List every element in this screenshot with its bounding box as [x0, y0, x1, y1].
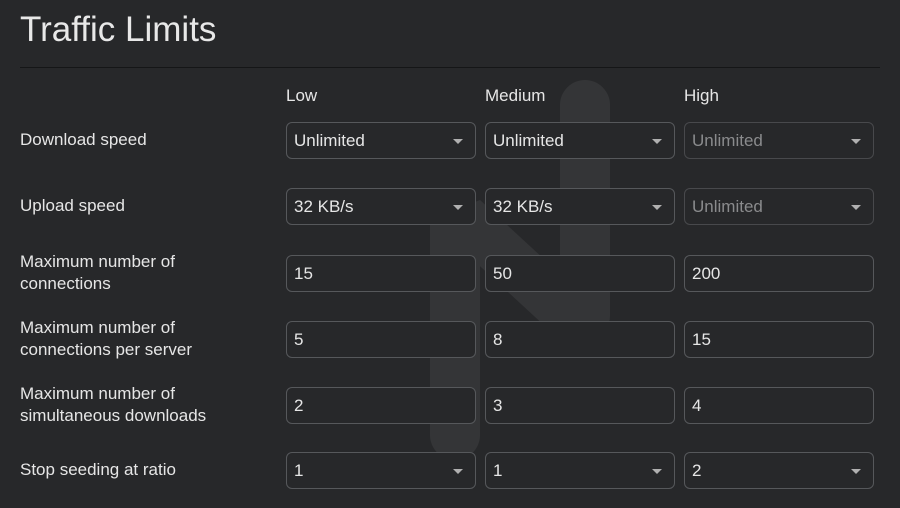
field-value: 2	[692, 461, 702, 480]
row-label: Maximum number of connections per server	[20, 318, 192, 359]
row-label: Maximum number of simultaneous downloads	[20, 384, 207, 425]
input-high[interactable]: 200	[684, 255, 874, 292]
input-high[interactable]: 4	[684, 387, 874, 424]
field-value: 8	[493, 330, 503, 349]
field-value: 1	[493, 461, 503, 480]
select-medium[interactable]: 1	[485, 452, 675, 489]
select-high[interactable]: Unlimited	[684, 188, 874, 225]
field-value: Unlimited	[692, 131, 763, 150]
row-label: Maximum number of connections	[20, 252, 175, 293]
field-value: 1	[294, 461, 304, 480]
input-low[interactable]: 5	[286, 321, 476, 358]
input-low[interactable]: 2	[286, 387, 476, 424]
select-medium[interactable]: 32 KB/s	[485, 188, 675, 225]
chevron-down-icon	[851, 469, 861, 474]
chevron-down-icon	[652, 205, 662, 210]
chevron-down-icon	[851, 205, 861, 210]
chevron-down-icon	[453, 139, 463, 144]
chevron-down-icon	[652, 139, 662, 144]
field-value: 32 KB/s	[493, 197, 553, 216]
chevron-down-icon	[453, 205, 463, 210]
field-value: Unlimited	[294, 131, 365, 150]
field-value: 2	[294, 396, 304, 415]
select-high[interactable]: Unlimited	[684, 122, 874, 159]
field-value: 15	[294, 264, 313, 283]
input-medium[interactable]: 8	[485, 321, 675, 358]
page-title: Traffic Limits	[20, 10, 217, 49]
row-label: Stop seeding at ratio	[20, 460, 176, 479]
column-header-high: High	[684, 86, 719, 105]
input-medium[interactable]: 3	[485, 387, 675, 424]
column-header-medium: Medium	[485, 86, 546, 105]
field-value: 15	[692, 330, 711, 349]
column-header-low: Low	[286, 86, 318, 105]
field-value: 3	[493, 396, 503, 415]
field-value: Unlimited	[692, 197, 763, 216]
select-high[interactable]: 2	[684, 452, 874, 489]
select-low[interactable]: Unlimited	[286, 122, 476, 159]
input-low[interactable]: 15	[286, 255, 476, 292]
select-low[interactable]: 1	[286, 452, 476, 489]
input-high[interactable]: 15	[684, 321, 874, 358]
field-value: 32 KB/s	[294, 197, 354, 216]
field-value: 5	[294, 330, 304, 349]
divider	[20, 67, 880, 68]
chevron-down-icon	[851, 139, 861, 144]
select-medium[interactable]: Unlimited	[485, 122, 675, 159]
field-value: 50	[493, 264, 512, 283]
select-low[interactable]: 32 KB/s	[286, 188, 476, 225]
chevron-down-icon	[453, 469, 463, 474]
field-value: 200	[692, 264, 721, 283]
chevron-down-icon	[652, 469, 662, 474]
row-label: Upload speed	[20, 196, 125, 215]
field-value: 4	[692, 396, 702, 415]
row-label: Download speed	[20, 130, 147, 149]
field-value: Unlimited	[493, 131, 564, 150]
input-medium[interactable]: 50	[485, 255, 675, 292]
